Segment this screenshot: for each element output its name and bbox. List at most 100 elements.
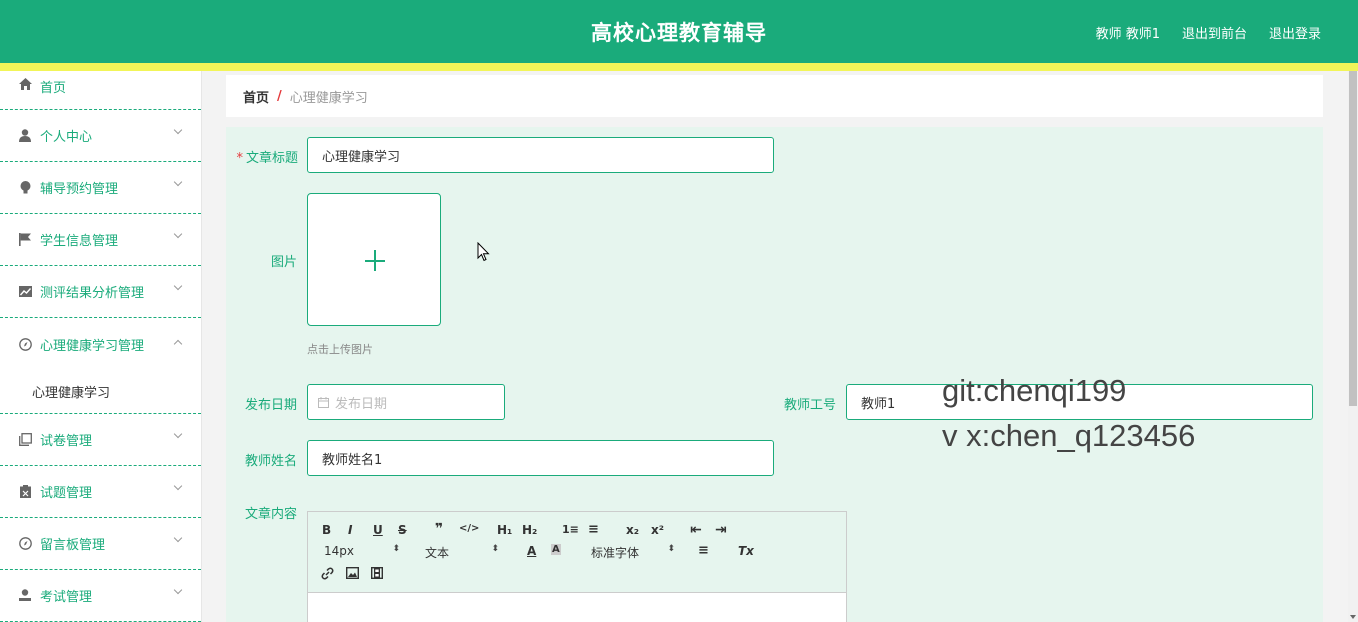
align-button[interactable]: ≡ [698,543,709,558]
required-mark: * [236,151,243,166]
chevron-down-icon [173,481,183,490]
header-stripe [0,63,1358,71]
sidebar-item-student-info[interactable]: 学生信息管理 [0,214,201,266]
publish-date-label: 发布日期 [244,398,297,413]
top-header: 高校心理教育辅导 教师 教师1 退出到前台 退出登录 [0,0,1358,63]
link-icon[interactable] [321,567,334,583]
bold-button[interactable]: B [322,523,331,537]
select-arrow-icon: ⬍ [667,544,675,554]
bullet-list-button[interactable]: ≡ [588,522,599,537]
sidebar-item-home[interactable]: 首页 [0,71,201,110]
sidebar-item-label: 考试管理 [40,590,93,605]
chevron-up-icon [173,339,183,349]
background-color-button[interactable]: A [551,544,561,555]
underline-button[interactable]: U [373,523,383,537]
title-input[interactable]: 心理健康学习 [307,137,774,173]
sidebar-item-personal-center[interactable]: 个人中心 [0,110,201,162]
subscript-button[interactable]: x₂ [626,523,639,537]
sidebar-subitem-mental-health-learning[interactable]: 心理健康学习 [0,370,201,414]
calendar-icon [318,396,329,408]
sidebar-item-label: 学生信息管理 [40,234,119,249]
bulb-icon [18,181,32,195]
chevron-down-icon [173,229,183,238]
video-icon[interactable] [370,566,384,582]
sidebar-item-questions[interactable]: 试题管理 [0,466,201,518]
sidebar-item-mental-health-learning[interactable]: 心理健康学习管理 [0,318,201,370]
flag-icon [18,233,32,247]
sidebar: 首页 个人中心 辅导预约管理 学生信息管理 测评结果分析管理 心理健康学习管理 [0,71,202,622]
chevron-down-icon [173,177,183,186]
teacher-name-input[interactable]: 教师姓名1 [307,440,774,476]
chevron-down-icon [173,281,183,290]
sidebar-item-label: 试卷管理 [40,434,93,449]
header-type-select[interactable]: 文本 ⬍ [425,544,499,561]
current-user-label: 教师 教师1 [1095,27,1160,42]
header-links: 教师 教师1 退出到前台 退出登录 [1096,23,1321,42]
image-label: 图片 [270,255,297,270]
font-size-select[interactable]: 14px ⬍ [324,544,400,558]
image-icon[interactable] [345,566,360,582]
compass-icon [18,537,32,551]
h2-button[interactable]: H₂ [522,523,537,537]
sidebar-item-message-board[interactable]: 留言板管理 [0,518,201,570]
publish-date-picker[interactable]: 发布日期 [307,384,505,420]
clear-format-button[interactable]: Tx [738,544,754,558]
upload-tip: 点击上传图片 [307,343,373,356]
font-size-value: 14px [324,544,354,558]
outdent-button[interactable]: ⇤ [690,522,702,538]
chevron-down-icon [173,125,183,134]
strike-button[interactable]: S [398,523,407,537]
sidebar-item-counseling-appointments[interactable]: 辅导预约管理 [0,162,201,214]
breadcrumb-home[interactable]: 首页 [243,87,269,106]
superscript-button[interactable]: x² [651,523,664,537]
clipboard-icon [18,485,32,499]
select-arrow-icon: ⬍ [491,544,499,554]
chart-icon [18,285,32,299]
editor-toolbar: B I U S ❞ </> H₁ H₂ 1≡ ≡ x₂ x² ⇤ ⇥ 14px ⬍… [308,512,846,593]
date-placeholder: 发布日期 [335,396,388,412]
user-icon [18,589,32,603]
blockquote-button[interactable]: ❞ [435,521,443,537]
logout-link[interactable]: 退出登录 [1269,23,1321,42]
title-label-text: 文章标题 [245,151,298,166]
sidebar-item-label: 心理健康学习管理 [40,338,145,354]
scrollbar-thumb[interactable] [1349,71,1357,406]
breadcrumb-separator: / [277,88,282,104]
image-upload-button[interactable] [307,193,441,326]
sidebar-item-assessment-analysis[interactable]: 测评结果分析管理 [0,266,201,318]
teacher-id-label: 教师工号 [783,398,836,413]
font-family-select[interactable]: 标准字体 ⬍ [591,544,675,561]
sidebar-item-label: 辅导预约管理 [40,182,119,197]
sidebar-item-label: 个人中心 [40,130,93,145]
copy-icon [18,433,32,447]
sidebar-item-exam-papers[interactable]: 试卷管理 [0,414,201,466]
indent-button[interactable]: ⇥ [715,522,727,538]
ordered-list-button[interactable]: 1≡ [562,523,579,536]
code-button[interactable]: </> [459,523,479,534]
article-form: * 文章标题 心理健康学习 图片 点击上传图片 发布日期 发布日期 教师工号 教师… [226,127,1323,622]
chevron-down-icon [173,429,183,438]
scroll-down-icon[interactable] [1350,615,1356,619]
mouse-cursor-icon [477,241,490,266]
content-label: 文章内容 [244,507,297,522]
page-scrollbar[interactable] [1348,71,1358,622]
user-icon [18,129,32,143]
sidebar-item-label: 首页 [40,81,67,96]
sidebar-item-exams[interactable]: 考试管理 [0,570,201,622]
compass-icon [18,337,32,351]
breadcrumb: 首页 / 心理健康学习 [226,75,1323,117]
italic-button[interactable]: I [348,523,352,537]
home-icon [18,77,32,91]
editor-content-area[interactable] [308,593,846,622]
header-type-value: 文本 [425,546,450,560]
plus-icon-vertical [374,250,376,271]
h1-button[interactable]: H₁ [497,523,512,537]
watermark-line-1: git:chenqi199 [942,373,1127,408]
chevron-down-icon [173,533,183,542]
sidebar-item-label: 测评结果分析管理 [40,286,145,301]
text-color-button[interactable]: A [527,544,536,558]
select-arrow-icon: ⬍ [392,544,400,554]
exit-to-frontend-link[interactable]: 退出到前台 [1182,23,1247,42]
rich-text-editor: B I U S ❞ </> H₁ H₂ 1≡ ≡ x₂ x² ⇤ ⇥ 14px ⬍… [307,511,847,622]
breadcrumb-current: 心理健康学习 [289,90,368,106]
